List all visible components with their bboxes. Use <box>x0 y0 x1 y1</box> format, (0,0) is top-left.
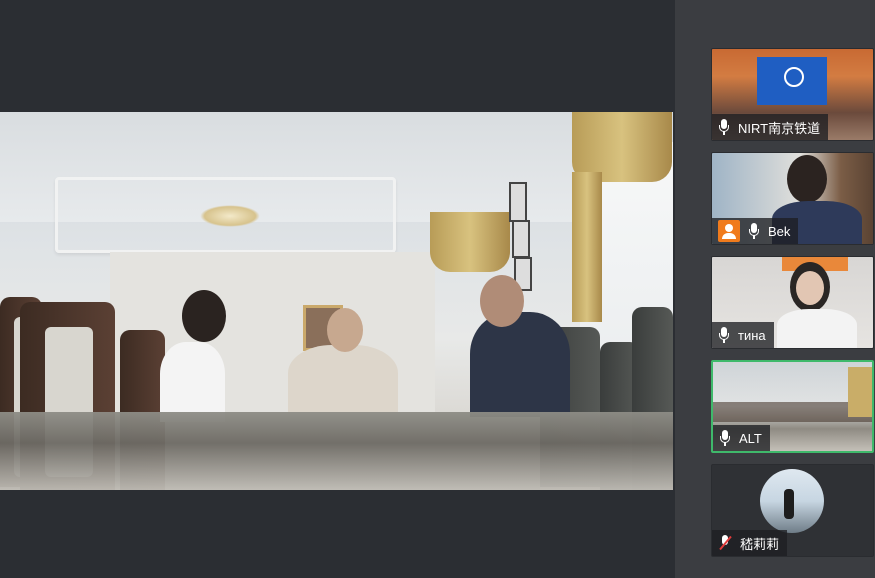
tile-3-person-face <box>796 271 824 305</box>
mic-muted-icon <box>718 535 732 551</box>
participant-tile-5-label: 嵇莉莉 <box>712 530 788 556</box>
participant-tile-3[interactable]: тина <box>711 256 874 349</box>
avatar-figure <box>784 489 794 519</box>
video-person-center-head <box>327 308 363 352</box>
participant-name: NIRT南京铁道 <box>738 120 821 136</box>
participant-tile-2-label: Bek <box>712 218 799 244</box>
video-person-left-body <box>160 342 225 422</box>
participant-avatar <box>760 469 824 533</box>
participant-tile-1[interactable]: NIRT南京铁道 <box>711 48 874 141</box>
participant-tile-4[interactable]: ALT <box>711 360 874 453</box>
participant-name: ALT <box>739 430 762 446</box>
mic-icon <box>719 430 731 446</box>
main-video-area <box>0 0 675 578</box>
mic-icon <box>718 327 730 343</box>
video-person-right-head <box>480 275 524 327</box>
video-curtain-side <box>572 172 602 322</box>
participant-tile-4-label: ALT <box>713 425 770 451</box>
tile-1-emblem <box>784 67 804 87</box>
participant-name: тина <box>738 327 766 343</box>
participant-tile-2[interactable]: Bek <box>711 152 874 245</box>
video-frame-2 <box>512 220 530 258</box>
tile-3-person-body <box>777 309 857 348</box>
main-video-feed[interactable] <box>0 112 673 490</box>
mic-icon <box>748 223 760 239</box>
video-chandelier <box>200 205 260 227</box>
video-curtain-left <box>430 212 510 272</box>
video-person-right-body <box>470 312 570 417</box>
video-person-left-head <box>182 290 226 342</box>
video-frame-1 <box>509 182 527 222</box>
participant-tile-3-label: тина <box>712 322 774 348</box>
participant-name: 嵇莉莉 <box>740 536 780 552</box>
video-table <box>0 412 673 490</box>
participant-name: Bek <box>768 223 791 239</box>
video-person-center-body <box>288 345 398 415</box>
participant-tile-1-label: NIRT南京铁道 <box>712 114 829 140</box>
mic-icon <box>718 119 730 135</box>
tile-2-person-head <box>787 155 827 203</box>
participant-tile-5[interactable]: 嵇莉莉 <box>711 464 874 557</box>
tile-4-curtain <box>848 367 872 417</box>
host-icon <box>718 220 740 242</box>
